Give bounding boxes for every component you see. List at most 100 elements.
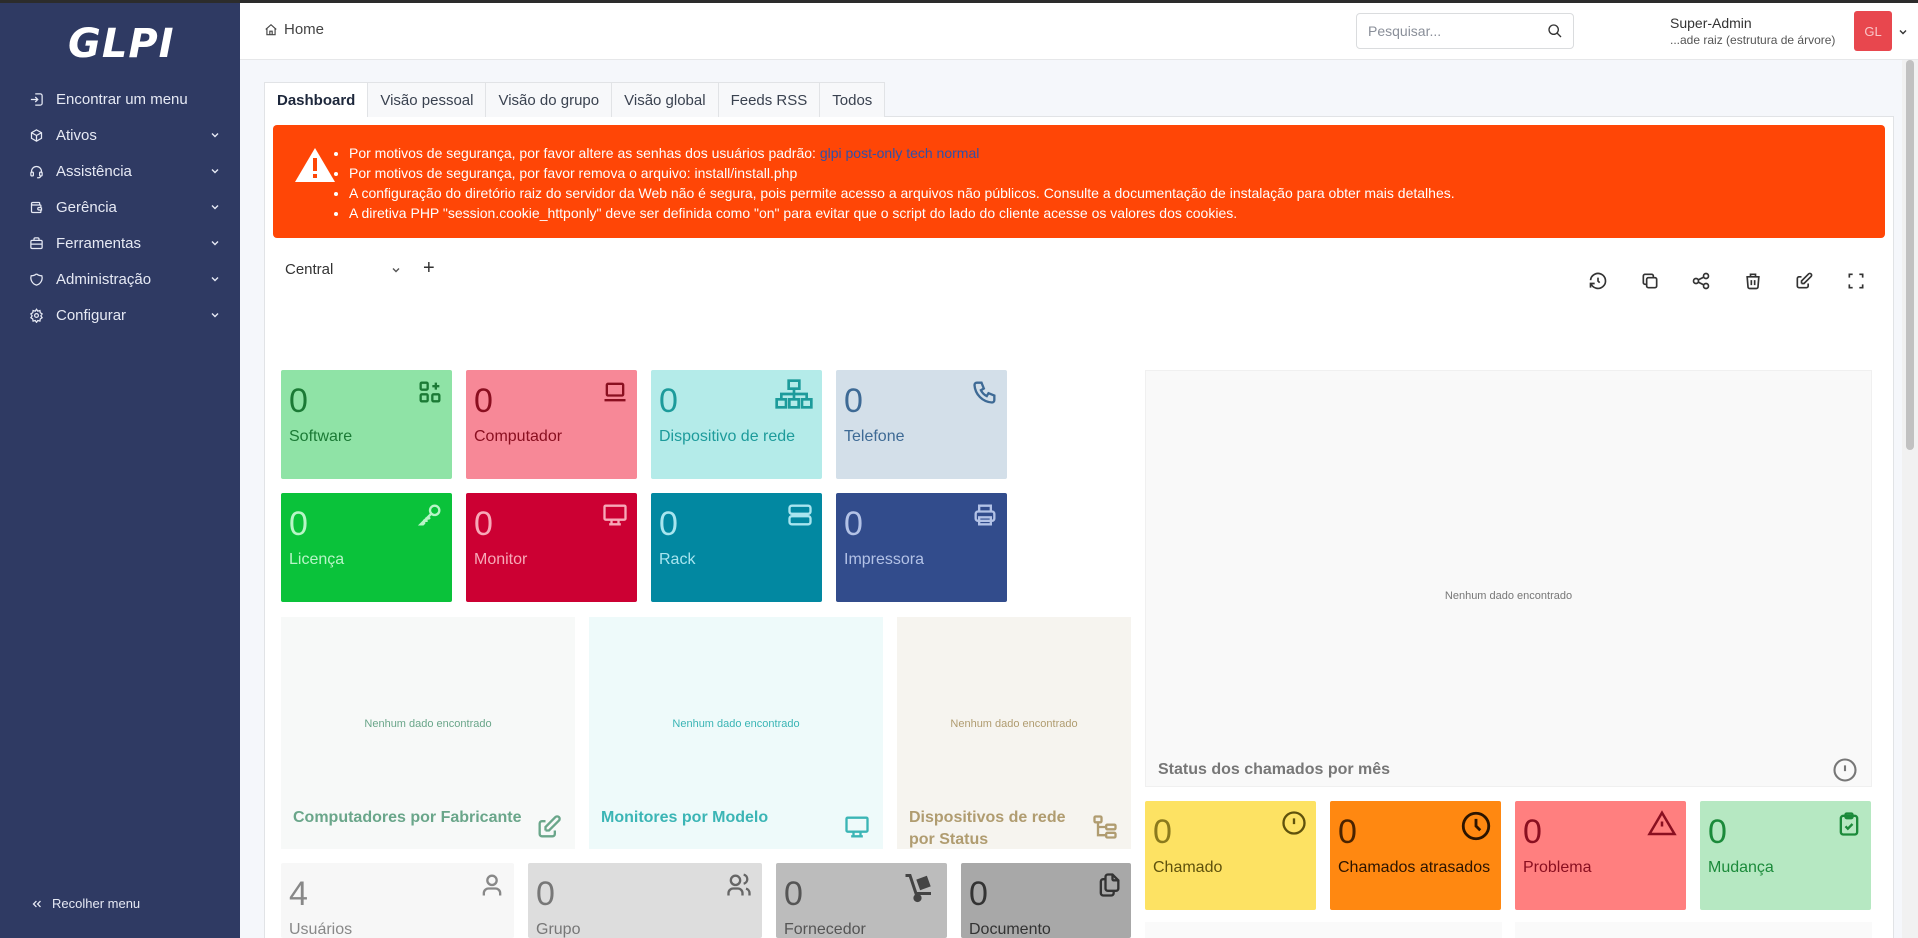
dashboard-toolbar — [1587, 270, 1897, 292]
dolly-icon — [905, 874, 931, 903]
monitor-icon — [603, 504, 627, 526]
card-count: 0 — [844, 382, 863, 420]
trash-icon — [1746, 273, 1760, 290]
sidebar-item-assistencia[interactable]: Assistência — [0, 153, 240, 189]
glpi-logo[interactable]: GLPI — [68, 21, 175, 67]
card-document[interactable]: 0 Documento — [961, 863, 1131, 938]
main-content: Por motivos de segurança, por favor alte… — [264, 117, 1894, 938]
card-computer[interactable]: 0 Computador — [466, 370, 637, 479]
tab-dashboard[interactable]: Dashboard — [264, 82, 369, 117]
card-license[interactable]: 0 Licença — [281, 493, 452, 602]
alert-circle-icon — [1282, 811, 1306, 835]
card-change[interactable]: 0 Mudança — [1700, 801, 1871, 910]
shield-icon — [28, 271, 44, 287]
card-phone[interactable]: 0 Telefone — [836, 370, 1007, 479]
card-label: Mudança — [1708, 859, 1774, 876]
card-network-device[interactable]: 0 Dispositivo de rede — [651, 370, 822, 479]
card-group[interactable]: 0 Grupo — [528, 863, 762, 938]
fullscreen-button[interactable] — [1845, 270, 1867, 292]
collapse-menu-button[interactable]: Recolher menu — [30, 896, 140, 911]
panel-placeholder — [1515, 922, 1872, 938]
card-monitor[interactable]: 0 Monitor — [466, 493, 637, 602]
user-name[interactable]: Super-Admin — [1670, 15, 1752, 31]
dashboard-tabs: Dashboard Visão pessoal Visão do grupo V… — [264, 82, 1894, 117]
search-input[interactable] — [1357, 14, 1537, 48]
page-scrollbar[interactable] — [1902, 60, 1918, 938]
card-late-tickets[interactable]: 0 Chamados atrasados — [1330, 801, 1501, 910]
sidebar-item-gerencia[interactable]: Gerência — [0, 189, 240, 225]
alert-item: Por motivos de segurança, por favor remo… — [349, 163, 1455, 183]
card-count: 0 — [536, 875, 555, 913]
sidebar-item-ferramentas[interactable]: Ferramentas — [0, 225, 240, 261]
phone-icon — [973, 381, 996, 404]
scrollbar-thumb[interactable] — [1906, 60, 1914, 450]
chevron-down-icon[interactable] — [1898, 27, 1908, 37]
chevron-down-icon — [211, 277, 219, 282]
alert-item: A configuração do diretório raiz do serv… — [349, 183, 1455, 203]
card-count: 0 — [1523, 813, 1542, 851]
search-icon[interactable] — [1547, 23, 1563, 39]
user-entity[interactable]: ...ade raiz (estrutura de árvore) — [1670, 33, 1835, 47]
card-label: Documento — [969, 921, 1051, 938]
history-icon — [1589, 272, 1607, 290]
avatar[interactable]: GL — [1854, 11, 1892, 51]
delete-button[interactable] — [1742, 270, 1764, 292]
card-count: 0 — [969, 875, 988, 913]
alert-circle-icon — [1833, 758, 1857, 782]
card-label: Impressora — [844, 551, 925, 568]
sidebar-item-label: Administração — [56, 270, 152, 288]
sidebar-item-ativos[interactable]: Ativos — [0, 117, 240, 153]
card-label: Rack — [659, 551, 696, 568]
card-printer[interactable]: 0 Impressora — [836, 493, 1007, 602]
card-count: 0 — [289, 382, 308, 420]
breadcrumb[interactable]: Home — [264, 21, 324, 38]
clone-button[interactable] — [1639, 270, 1661, 292]
panel-tickets-status: Nenhum dado encontrado Status dos chamad… — [1145, 370, 1872, 787]
chevron-down-icon — [211, 313, 219, 318]
card-count: 0 — [784, 875, 803, 913]
panel-title: Computadores por Fabricante — [293, 809, 522, 826]
sidebar-item-administracao[interactable]: Administração — [0, 261, 240, 297]
card-rack[interactable]: 0 Rack — [651, 493, 822, 602]
tab-group-view[interactable]: Visão do grupo — [485, 82, 613, 117]
card-label: Monitor — [474, 551, 528, 568]
default-users-link[interactable]: glpi post-only tech normal — [820, 145, 980, 161]
user-icon — [482, 874, 502, 896]
warning-triangle-icon — [295, 148, 335, 182]
breadcrumb-home[interactable]: Home — [284, 21, 324, 38]
card-software[interactable]: 0 Software — [281, 370, 452, 479]
card-label: Licença — [289, 551, 345, 568]
panel-title: Monitores por Modelo — [601, 809, 769, 826]
edit-button[interactable] — [1793, 270, 1815, 292]
copy-icon — [1642, 273, 1658, 289]
no-data-message: Nenhum dado encontrado — [672, 718, 800, 730]
laptop-icon — [604, 382, 626, 402]
tab-personal-view[interactable]: Visão pessoal — [367, 82, 487, 117]
card-label: Telefone — [844, 428, 905, 445]
chevron-down-icon — [211, 133, 219, 138]
card-supplier[interactable]: 0 Fornecedor — [776, 863, 947, 938]
tab-global-view[interactable]: Visão global — [611, 82, 719, 117]
sidebar-item-configurar[interactable]: Configurar — [0, 297, 240, 333]
share-button[interactable] — [1690, 270, 1712, 292]
tab-rss-feeds[interactable]: Feeds RSS — [717, 82, 821, 117]
card-ticket[interactable]: 0 Chamado — [1145, 801, 1316, 910]
card-label: Fornecedor — [784, 921, 866, 938]
server-icon — [788, 504, 812, 526]
sidebar-item-find-menu[interactable]: Encontrar um menu — [0, 81, 240, 117]
panel-placeholder — [1145, 922, 1502, 938]
alert-text: Por motivos de segurança, por favor alte… — [349, 145, 820, 161]
tab-all[interactable]: Todos — [819, 82, 886, 117]
card-count: 0 — [474, 505, 493, 543]
arrow-right-icon — [28, 91, 44, 107]
history-button[interactable] — [1587, 270, 1609, 292]
card-problem[interactable]: 0 Problema — [1515, 801, 1686, 910]
dashboard-select[interactable]: Central — [279, 253, 409, 285]
wallet-icon — [28, 199, 44, 215]
apps-add-icon — [419, 381, 441, 403]
add-dashboard-button[interactable]: + — [423, 257, 435, 280]
card-count: 0 — [659, 382, 678, 420]
card-users[interactable]: 4 Usuários — [281, 863, 514, 938]
card-count: 0 — [474, 382, 493, 420]
panel-network-devices-by-status: Nenhum dado encontrado Dispositivos de r… — [897, 617, 1131, 849]
